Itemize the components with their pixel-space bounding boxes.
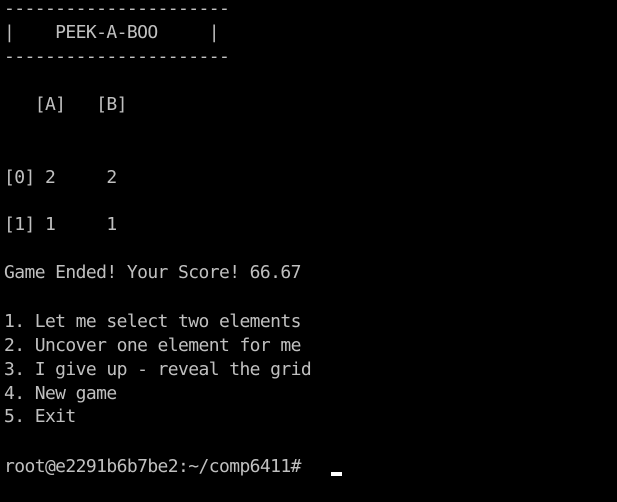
text-cursor <box>331 472 342 476</box>
grid-row-0: [0] 2 2 <box>4 167 117 188</box>
menu-option-exit: 5. Exit <box>4 406 76 427</box>
terminal-window[interactable]: ---------------------- | PEEK-A-BOO | --… <box>0 0 617 502</box>
banner-bottom-border: ---------------------- <box>4 46 230 67</box>
shell-prompt[interactable]: root@e2291b6b7be2:~/comp6411# <box>4 455 311 479</box>
grid-column-header: [A] [B] <box>4 94 128 115</box>
menu-option-reveal-grid: 3. I give up - reveal the grid <box>4 359 312 380</box>
grid-row-1: [1] 1 1 <box>4 214 117 235</box>
menu-option-uncover-one: 2. Uncover one element for me <box>4 335 301 356</box>
menu-option-new-game: 4. New game <box>4 383 117 404</box>
game-status-message: Game Ended! Your Score! 66.67 <box>4 262 301 283</box>
banner-top-border: ---------------------- <box>4 0 230 19</box>
game-title: | PEEK-A-BOO | <box>4 22 220 43</box>
menu-option-select-two: 1. Let me select two elements <box>4 311 301 332</box>
